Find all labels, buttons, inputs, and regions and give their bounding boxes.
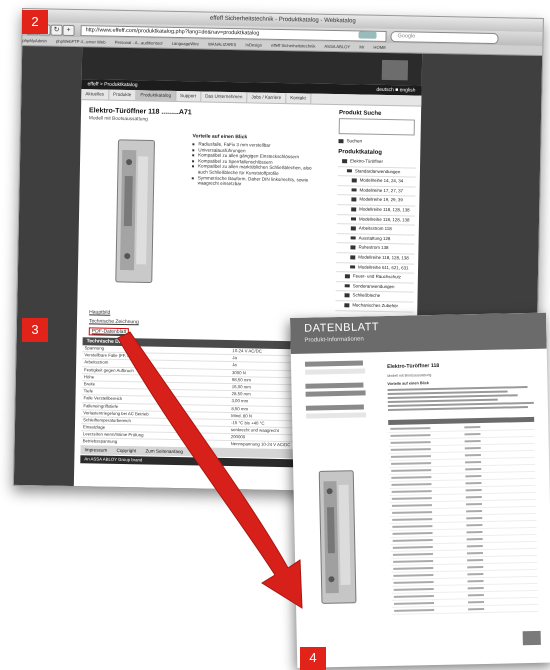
step-badge-4: 4 bbox=[300, 647, 326, 670]
step-badge-3: 3 bbox=[22, 318, 48, 342]
red-arrow-icon bbox=[117, 331, 303, 609]
step-badge-2: 2 bbox=[22, 10, 48, 34]
